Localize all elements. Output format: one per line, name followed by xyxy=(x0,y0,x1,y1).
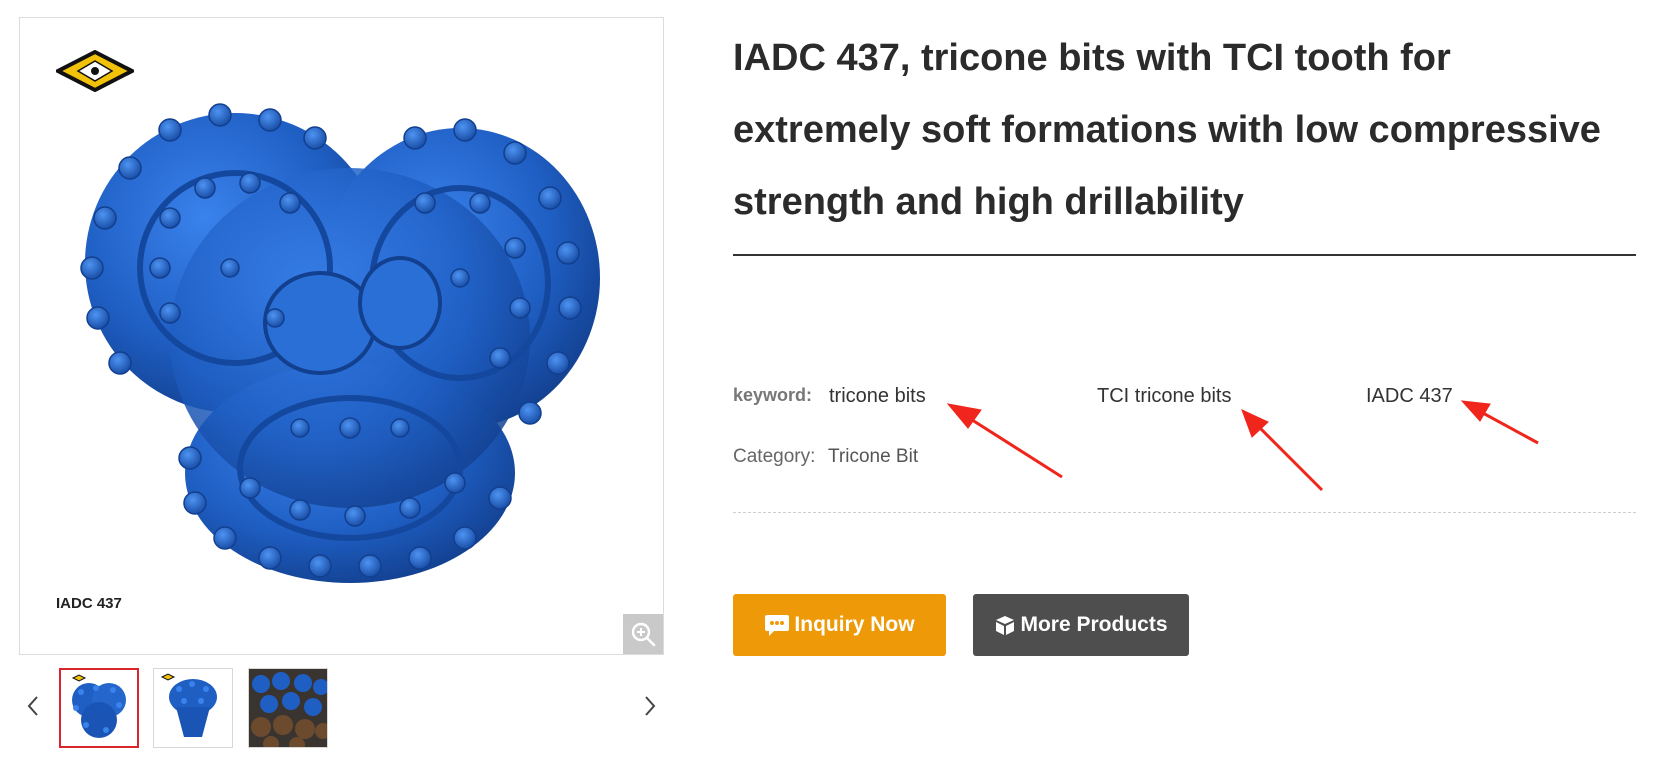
keyword-link-tricone-bits[interactable]: tricone bits xyxy=(829,385,926,408)
keyword-label: keyword: xyxy=(733,385,813,405)
keyword-link-tci-tricone-bits[interactable]: TCI tricone bits xyxy=(1097,385,1231,408)
zoom-in-icon xyxy=(631,622,656,647)
tricone-bit-side-thumbnail xyxy=(154,669,232,747)
category-link[interactable]: Tricone Bit xyxy=(828,446,918,468)
tricone-bit-front-thumbnail xyxy=(61,670,137,746)
chevron-left-icon xyxy=(27,696,38,716)
chevron-right-icon xyxy=(645,696,656,716)
thumbnail-1[interactable] xyxy=(59,668,139,748)
tricone-bit-image xyxy=(80,103,600,583)
main-product-image[interactable]: IADC 437 xyxy=(19,17,664,655)
annotation-arrow-head-1 xyxy=(946,403,982,429)
annotation-arrow-head-2 xyxy=(1241,409,1269,438)
thumbnail-2[interactable] xyxy=(153,668,233,748)
zoom-button[interactable] xyxy=(623,614,663,654)
annotation-arrow-head-3 xyxy=(1460,400,1491,422)
more-products-button[interactable]: More Products xyxy=(973,594,1189,656)
box-icon xyxy=(994,614,1016,636)
info-divider xyxy=(733,512,1636,513)
previous-image-button[interactable] xyxy=(21,686,45,726)
title-divider xyxy=(733,254,1636,256)
next-image-button[interactable] xyxy=(638,686,662,726)
image-caption: IADC 437 xyxy=(56,595,122,612)
product-title: IADC 437, tricone bits with TCI tooth fo… xyxy=(733,37,1601,223)
tricone-bits-pile-thumbnail xyxy=(249,669,327,747)
diamond-logo-icon xyxy=(56,50,134,92)
thumbnail-3[interactable] xyxy=(248,668,328,748)
chat-bubble-icon xyxy=(764,613,790,637)
category-label: Category: xyxy=(733,446,816,467)
keyword-link-iadc-437[interactable]: IADC 437 xyxy=(1366,385,1453,408)
inquiry-now-label: Inquiry Now xyxy=(794,613,915,636)
thumbnail-strip xyxy=(19,668,664,748)
more-products-label: More Products xyxy=(1020,613,1168,636)
inquiry-now-button[interactable]: Inquiry Now xyxy=(733,594,946,656)
